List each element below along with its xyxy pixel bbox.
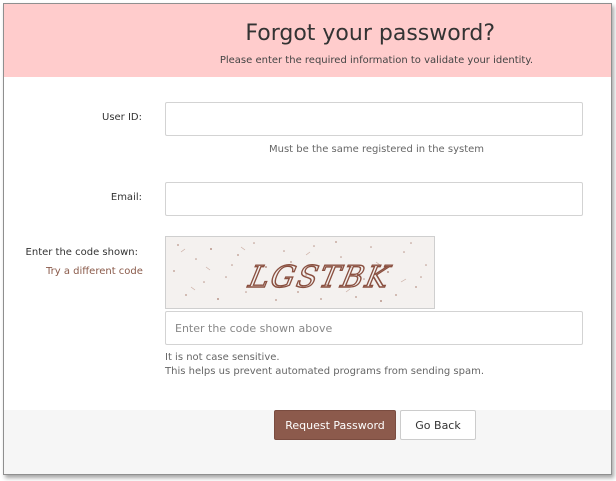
captcha-image: LGSTBK — [165, 236, 435, 309]
captcha-text: LGSTBK — [245, 260, 395, 295]
spam-note: This helps us prevent automated programs… — [165, 366, 485, 377]
header-banner: Forgot your password? Please enter the r… — [4, 4, 611, 77]
user-id-hint: Must be the same registered in the syste… — [269, 144, 485, 155]
email-input[interactable] — [165, 182, 583, 216]
captcha-code-input[interactable]: Enter the code shown above — [165, 311, 583, 345]
user-id-input[interactable] — [165, 102, 583, 136]
go-back-button[interactable]: Go Back — [400, 410, 476, 440]
code-label: Enter the code shown: — [25, 247, 138, 258]
page-title: Forgot your password? — [245, 21, 495, 46]
captcha-code-placeholder: Enter the code shown above — [175, 322, 333, 335]
request-password-button[interactable]: Request Password — [274, 410, 396, 440]
user-id-label: User ID: — [102, 112, 142, 123]
dialog-frame: Forgot your password? Please enter the r… — [3, 3, 612, 475]
email-label: Email: — [110, 192, 142, 203]
captcha-noise: LGSTBK — [173, 241, 427, 302]
try-different-code-link[interactable]: Try a different code — [46, 266, 143, 277]
page-subtitle: Please enter the required information to… — [219, 55, 533, 66]
case-sensitivity-note: It is not case sensitive. — [165, 352, 280, 363]
